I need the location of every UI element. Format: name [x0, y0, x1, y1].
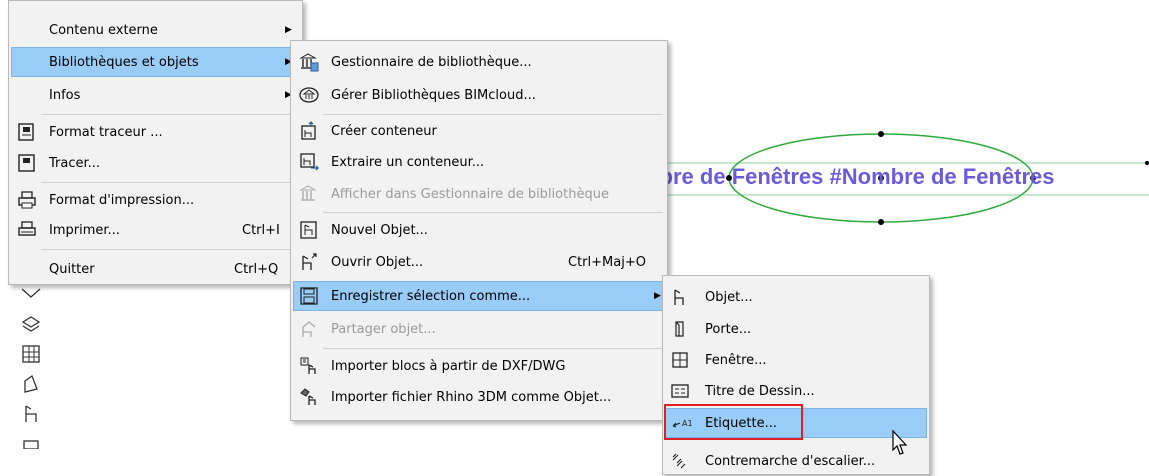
menu-item-nouvel-objet[interactable]: Nouvel Objet... — [293, 215, 665, 245]
menu-item-label: Objet... — [705, 289, 753, 305]
menu-item-label: Importer blocs à partir de DXF/DWG — [331, 358, 566, 374]
menu-item-enregistrer-selection[interactable]: Enregistrer sélection comme... ▶ — [293, 281, 665, 311]
menu-item-label: Ouvrir Objet... — [331, 254, 424, 270]
menu-item-label: Tracer... — [49, 155, 101, 171]
slab-tool-icon[interactable] — [20, 313, 42, 335]
menu-item-extraire-conteneur[interactable]: Extraire un conteneur... — [293, 147, 665, 177]
menu-item-shortcut: Ctrl+I — [242, 222, 280, 238]
print-setup-icon — [18, 191, 36, 209]
menu-item-gestionnaire-bibliotheque[interactable]: Gestionnaire de bibliothèque... — [293, 47, 665, 77]
menu-item-titre-dessin[interactable]: Titre de Dessin... — [665, 376, 927, 406]
plotter-format-icon — [18, 123, 34, 141]
menu-item-tracer[interactable]: Tracer... — [11, 148, 300, 178]
menu-item-label: Extraire un conteneur... — [331, 154, 485, 170]
menu-item-importer-dxf[interactable]: Importer blocs à partir de DXF/DWG — [293, 351, 665, 381]
menu-item-objet[interactable]: Objet... — [665, 282, 927, 312]
menu-item-label: Bibliothèques et objets — [49, 54, 199, 70]
submenu-arrow-icon: ▶ — [285, 25, 292, 35]
ellipse-handle-bottom — [878, 219, 884, 225]
menu-separator — [323, 114, 663, 115]
menu-item-format-traceur[interactable]: Format traceur ... — [11, 117, 300, 147]
menu-item-label: Titre de Dessin... — [705, 383, 815, 399]
menu-item-contenu-externe[interactable]: Contenu externe ▶ — [11, 15, 300, 45]
menu-item-quitter[interactable]: Quitter Ctrl+Q — [11, 254, 300, 284]
menu-item-label: Gérer Bibliothèques BIMcloud... — [331, 87, 536, 103]
menu-item-label: Format traceur ... — [49, 124, 163, 140]
lamp-tool-icon[interactable] — [20, 433, 42, 449]
menu-item-label: Créer conteneur — [331, 123, 437, 139]
stair-riser-icon — [672, 453, 686, 469]
menu-item-porte[interactable]: Porte... — [665, 314, 927, 344]
submenu-arrow-icon: ▶ — [654, 291, 661, 301]
library-manager-icon — [299, 53, 319, 72]
menu-item-partager-objet[interactable]: Partager objet... — [293, 314, 665, 344]
ellipse-handle-top — [878, 131, 884, 137]
import-dxf-icon — [300, 357, 316, 374]
menu-item-format-impression[interactable]: Format d'impression... — [11, 185, 300, 215]
new-object-icon — [300, 221, 317, 239]
create-container-icon — [301, 121, 316, 140]
menu-item-label: Infos — [49, 87, 81, 103]
printer-icon — [18, 221, 36, 236]
share-object-icon — [302, 321, 316, 337]
menu-separator — [41, 249, 298, 250]
drawing-title-icon — [671, 384, 689, 398]
menu-item-creer-conteneur[interactable]: Créer conteneur — [293, 116, 665, 146]
menu-item-label: Gestionnaire de bibliothèque... — [331, 54, 532, 70]
libraries-submenu: Gestionnaire de bibliothèque... Gérer Bi… — [290, 40, 668, 421]
menu-separator — [323, 212, 663, 213]
window-icon — [672, 352, 688, 368]
menu-item-shortcut: Ctrl+Q — [234, 261, 279, 277]
menu-item-label: Contremarche d'escalier... — [705, 453, 876, 469]
menu-item-ouvrir-objet[interactable]: Ouvrir Objet... Ctrl+Maj+O — [293, 247, 665, 277]
menu-item-label: Partager objet... — [331, 321, 436, 337]
show-in-library-icon — [299, 185, 317, 201]
menu-item-label: Enregistrer sélection comme... — [331, 288, 531, 304]
menu-item-label: Porte... — [705, 321, 752, 337]
menu-item-label: Quitter — [49, 261, 95, 277]
open-object-icon — [302, 253, 317, 270]
menu-item-label: Contenu externe — [49, 22, 158, 38]
menu-separator — [41, 114, 298, 115]
menu-separator — [323, 348, 663, 349]
object-tool-icon[interactable] — [20, 403, 42, 425]
menu-item-infos[interactable]: Infos ▶ — [11, 80, 300, 110]
red-highlight-box — [664, 404, 803, 440]
plotter-icon — [18, 154, 35, 172]
menu-item-shortcut: Ctrl+Maj+O — [568, 254, 646, 270]
object-icon — [674, 289, 684, 305]
label-handle-end — [1145, 161, 1149, 165]
menu-item-label: Afficher dans Gestionnaire de bibliothèq… — [331, 186, 609, 202]
menu-item-gerer-bimcloud[interactable]: Gérer Bibliothèques BIMcloud... — [293, 80, 665, 110]
menu-item-importer-rhino[interactable]: Importer fichier Rhino 3DM comme Objet..… — [293, 382, 665, 412]
menu-item-label: Nouvel Objet... — [331, 222, 428, 238]
save-selection-submenu: Objet... Porte... Fenêtre... Titre de De… — [662, 275, 930, 475]
roof-tool-icon[interactable] — [20, 373, 42, 395]
mouse-cursor-icon — [892, 430, 908, 455]
menu-item-contremarche[interactable]: Contremarche d'escalier... — [665, 446, 927, 476]
menu-separator — [41, 182, 298, 183]
canvas-label-text[interactable]: mbre de Fenêtres #Nombre de Fenêtres — [640, 164, 1054, 190]
menu-item-afficher-gestionnaire[interactable]: Afficher dans Gestionnaire de bibliothèq… — [293, 179, 665, 209]
menu-item-label: Importer fichier Rhino 3DM comme Objet..… — [331, 389, 612, 405]
menu-item-bibliotheques-et-objets[interactable]: Bibliothèques et objets ▶ — [11, 47, 300, 77]
wall-tool-icon[interactable] — [20, 283, 42, 305]
menu-item-fenetre[interactable]: Fenêtre... — [665, 345, 927, 375]
menu-item-imprimer[interactable]: Imprimer... Ctrl+I — [11, 215, 300, 245]
save-selection-icon — [300, 287, 318, 305]
extract-container-icon — [300, 153, 319, 171]
grid-tool-icon[interactable] — [20, 343, 42, 365]
door-icon — [675, 321, 684, 337]
file-menu: Contenu externe ▶ Bibliothèques et objet… — [8, 0, 303, 285]
bimcloud-library-icon — [299, 87, 319, 103]
menu-item-label: Imprimer... — [49, 222, 120, 238]
menu-item-label: Format d'impression... — [49, 192, 195, 208]
import-rhino-icon — [300, 388, 316, 405]
menu-item-label: Fenêtre... — [705, 352, 767, 368]
